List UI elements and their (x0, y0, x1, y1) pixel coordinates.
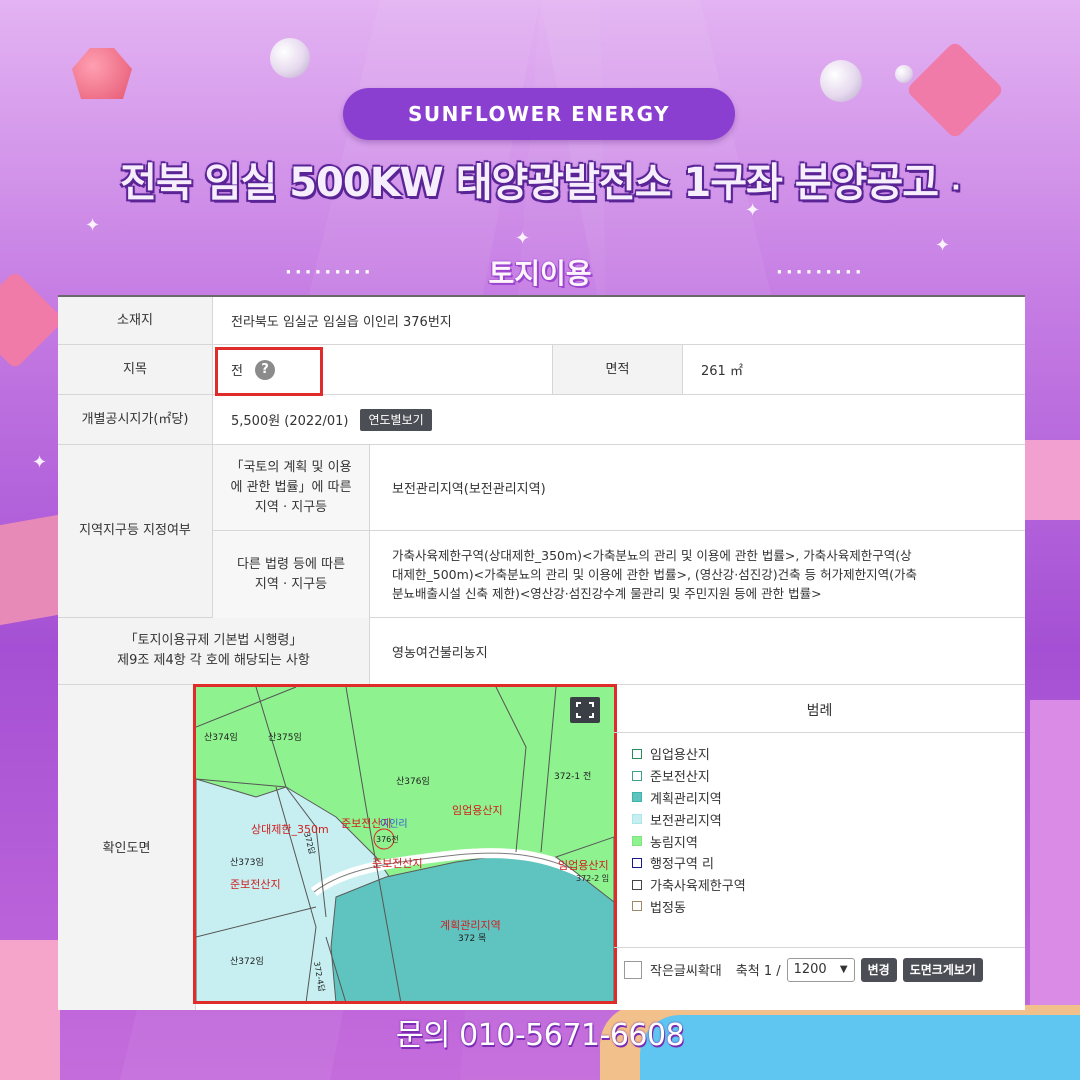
legend-item: 법정동 (632, 896, 746, 918)
gift-decoration (0, 940, 60, 1080)
zone-sub2-label-line: 다른 법령 등에 따른 (236, 556, 346, 572)
sparkle-icon: ✦ (515, 228, 531, 249)
headline-suffix: · (950, 173, 961, 203)
price-value: 5,500원 (2022/01) (231, 414, 349, 429)
sparkle-icon: ✦ (32, 452, 48, 473)
location-label: 소재지 (58, 297, 213, 344)
zone-sub2-value-line: 분뇨배출시설 신축 제한)<영산강·섬진강수계 물관리 및 주민지원 등에 관한… (392, 586, 822, 601)
area-value: 261 ㎡ (701, 364, 743, 379)
chevron-down-icon: ▼ (839, 964, 848, 975)
contact-phone: 문의 010-5671-6608 (395, 1018, 685, 1053)
legend-panel: 범례 임업용산지준보전산지계획관리지역보전관리지역농림지역행정구역 리가축사육제… (614, 687, 1025, 1010)
map-label: 확인도면 (58, 685, 196, 1010)
legend-swatch-icon (632, 770, 642, 781)
legend-item: 준보전산지 (632, 765, 746, 787)
zone-sub2-label: 다른 법령 등에 따른 지역 · 지구등 (213, 531, 370, 618)
pearl-decoration (895, 65, 913, 83)
legend-item: 농림지역 (632, 830, 746, 852)
area-label: 면적 (553, 345, 683, 394)
location-value: 전라북도 임실군 임실읍 이인리 376번지 (231, 315, 452, 330)
category-highlight (215, 347, 323, 396)
legend-swatch-icon (632, 814, 642, 825)
scale-value: 1200 (793, 962, 827, 977)
pearl-decoration (270, 38, 310, 78)
zone-sub1-label: 「국토의 계획 및 이용 에 관한 법률」에 따른 지역 · 지구등 (213, 445, 370, 531)
sparkle-icon: ✦ (935, 235, 951, 256)
legend-item: 임업용산지 (632, 743, 746, 765)
legend-item: 행정구역 리 (632, 852, 746, 874)
big-map-button[interactable]: 도면크게보기 (902, 957, 983, 982)
legend-label: 계획관리지역 (650, 791, 722, 807)
section-title: 토지이용 (488, 257, 592, 290)
row-zone: 지역지구등 지정여부 「국토의 계획 및 이용 에 관한 법률」에 따른 지역 … (58, 445, 1025, 618)
zone-label: 지역지구등 지정여부 (58, 445, 213, 617)
legend-list: 임업용산지준보전산지계획관리지역보전관리지역농림지역행정구역 리가축사육제한구역… (632, 743, 746, 917)
zone-sub1-label-line: 에 관한 법률」에 따른 (230, 479, 352, 495)
heart-decoration (0, 270, 65, 370)
gift-decoration (1025, 440, 1080, 520)
regulation-label-line: 제9조 제4항 각 호에 해당되는 사항 (117, 653, 310, 668)
legend-item: 계획관리지역 (632, 787, 746, 809)
row-location: 소재지 전라북도 임실군 임실읍 이인리 376번지 (58, 297, 1025, 345)
regulation-label-line: 「토지이용규제 기본법 시행령」 (124, 633, 303, 648)
legend-label: 농림지역 (650, 835, 698, 851)
legend-label: 임업용산지 (650, 748, 710, 764)
brand-badge: SUNFLOWER ENERGY (343, 88, 735, 140)
price-cell: 5,500원 (2022/01) 연도별보기 (213, 395, 1025, 444)
legend-label: 행정구역 리 (650, 857, 714, 873)
gift-decoration (0, 514, 58, 626)
legend-swatch-icon (632, 748, 642, 759)
map-highlight (193, 684, 617, 1004)
legend-title: 범례 (614, 687, 1025, 733)
zone-sub1-label-line: 「국토의 계획 및 이용 (230, 459, 352, 475)
category-label: 지목 (58, 345, 213, 394)
row-price: 개별공시지가(㎡당) 5,500원 (2022/01) 연도별보기 (58, 395, 1025, 445)
legend-label: 법정동 (650, 900, 686, 916)
legend-label: 가축사육제한구역 (650, 879, 746, 895)
yearly-view-button[interactable]: 연도별보기 (360, 408, 432, 431)
legend-swatch-icon (632, 836, 642, 847)
regulation-value: 영농여건불리농지 (392, 645, 488, 661)
pearl-decoration (820, 60, 862, 102)
zone-sub1-value: 보전관리지역(보전관리지역) (370, 445, 1025, 531)
legend-item: 보전관리지역 (632, 808, 746, 830)
dots-right: ········· (776, 262, 865, 283)
sparkle-icon: ✦ (85, 215, 101, 236)
row-regulation: 「토지이용규제 기본법 시행령」 제9조 제4항 각 호에 해당되는 사항 영농… (58, 618, 1025, 685)
zone-sub2-value: 가축사육제한구역(상대제한_350m)<가축분뇨의 관리 및 이용에 관한 법률… (370, 531, 1025, 618)
legend-swatch-icon (632, 901, 642, 912)
gem-decoration (72, 48, 132, 99)
row-category: 지목 전 ? 면적 261 ㎡ (58, 345, 1025, 395)
enlarge-checkbox[interactable] (624, 960, 642, 979)
regulation-label: 「토지이용규제 기본법 시행령」 제9조 제4항 각 호에 해당되는 사항 (58, 618, 370, 684)
price-label: 개별공시지가(㎡당) (58, 395, 213, 444)
change-scale-button[interactable]: 변경 (860, 957, 897, 982)
scale-label: 축척 1 / (735, 964, 781, 979)
scale-select[interactable]: 1200 ▼ (786, 957, 855, 982)
legend-swatch-icon (632, 879, 642, 890)
headline-text: 전북 임실 500KW 태양광발전소 1구좌 분양공고 (120, 160, 939, 206)
heart-decoration (905, 40, 1005, 140)
zone-sub1-label-line: 지역 · 지구등 (254, 499, 328, 515)
legend-label: 보전관리지역 (650, 813, 722, 829)
page-headline: 전북 임실 500KW 태양광발전소 1구좌 분양공고 · (30, 148, 1050, 218)
legend-swatch-icon (632, 792, 642, 803)
dots-left: ········· (285, 262, 374, 283)
legend-label: 준보전산지 (650, 770, 710, 786)
legend-item: 가축사육제한구역 (632, 874, 746, 896)
enlarge-label: 작은글씨확대 (650, 964, 722, 979)
land-use-panel: 소재지 전라북도 임실군 임실읍 이인리 376번지 지목 전 ? 면적 261… (58, 295, 1025, 1010)
zone-sub2-label-line: 지역 · 지구등 (254, 576, 328, 592)
legend-swatch-icon (632, 857, 642, 868)
zone-sub2-value-line: 대제한_500m)<가축분뇨의 관리 및 이용에 관한 법률>, (영산강·섬진… (392, 567, 917, 582)
map-tools: 작은글씨확대 축척 1 / 1200 ▼ 변경 도면크게보기 (614, 947, 1025, 991)
zone-sub2-value-line: 가축사육제한구역(상대제한_350m)<가축분뇨의 관리 및 이용에 관한 법률… (392, 548, 912, 563)
